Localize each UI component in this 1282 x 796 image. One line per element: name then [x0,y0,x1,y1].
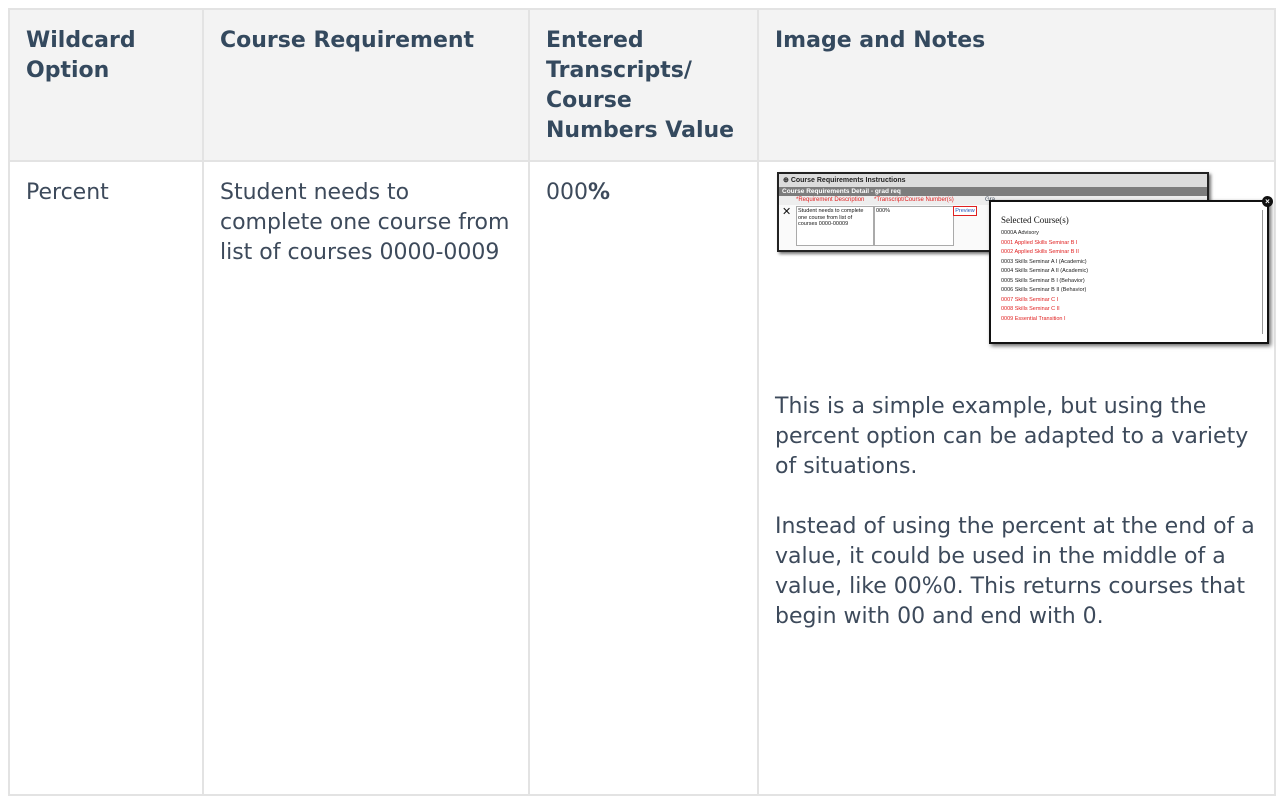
selected-courses-list: 0000A Advisory 0001 Applied Skills Semina… [991,229,1267,324]
value-prefix: 000 [546,180,588,205]
remove-icon: ✕ [782,206,792,218]
page: Wildcard Option Course Requirement Enter… [0,0,1282,796]
wildcard-table: Wildcard Option Course Requirement Enter… [8,8,1276,796]
detail-header: Course Requirements Detail - grad req [779,187,1207,196]
label-requirement-description: *Requirement Description [796,197,865,203]
cell-image-notes: ⊕ Course Requirements Instructions Cours… [757,160,1276,796]
course-list-item: 0000A Advisory [1001,230,1039,236]
header-image-notes: Image and Notes [757,8,1276,162]
header-wildcard-option: Wildcard Option [8,8,204,162]
selected-courses-popup: × Selected Course(s) 0000A Advisory 0001 … [989,196,1273,344]
course-list-item: 0005 Skills Seminar B I (Behavior) [1001,277,1085,284]
course-numbers-field: 000% [874,206,954,246]
cell-wildcard-option: Percent [8,160,204,796]
course-list-item: 0001 Applied Skills Seminar B I [1001,239,1078,246]
preview-button: Preview [953,206,977,216]
course-list-item: 0003 Skills Seminar A I (Academic) [1001,258,1087,265]
close-icon: × [1262,196,1273,207]
instructions-header: ⊕ Course Requirements Instructions [779,174,1207,187]
table-header-row: Wildcard Option Course Requirement Enter… [8,8,1276,162]
value-wildcard-symbol: % [588,180,611,205]
label-course-numbers: *Transcript/Course Number(s) [874,197,954,203]
requirement-description-field: Student needs to complete one course fro… [796,206,874,246]
course-list-item: 0002 Applied Skills Seminar B II [1001,249,1079,255]
header-entered-value: Entered Transcripts/ Course Numbers Valu… [528,8,759,162]
table-row: Percent Student needs to complete one co… [8,160,1276,796]
course-list-item: 0004 Skills Seminar A II (Academic) [1001,268,1089,274]
course-list-item: 0009 Essential Transition I [1001,315,1066,322]
popup-scrollbar [1262,210,1263,334]
course-requirements-screenshot: ⊕ Course Requirements Instructions Cours… [777,172,1273,344]
course-list-item: 0006 Skills Seminar B II (Behavior) [1001,287,1087,293]
note-paragraph: Instead of using the percent at the end … [775,514,1255,629]
selected-courses-title: Selected Course(s) [1001,215,1069,225]
course-list-item: 0007 Skills Seminar C I [1001,296,1059,303]
cell-entered-value: 000% [528,160,759,796]
cell-course-requirement: Student needs to complete one course fro… [202,160,530,796]
course-list-item: 0008 Skills Seminar C II [1001,306,1060,312]
header-course-requirement: Course Requirement [202,8,530,162]
note-paragraph: This is a simple example, but using the … [775,394,1249,479]
